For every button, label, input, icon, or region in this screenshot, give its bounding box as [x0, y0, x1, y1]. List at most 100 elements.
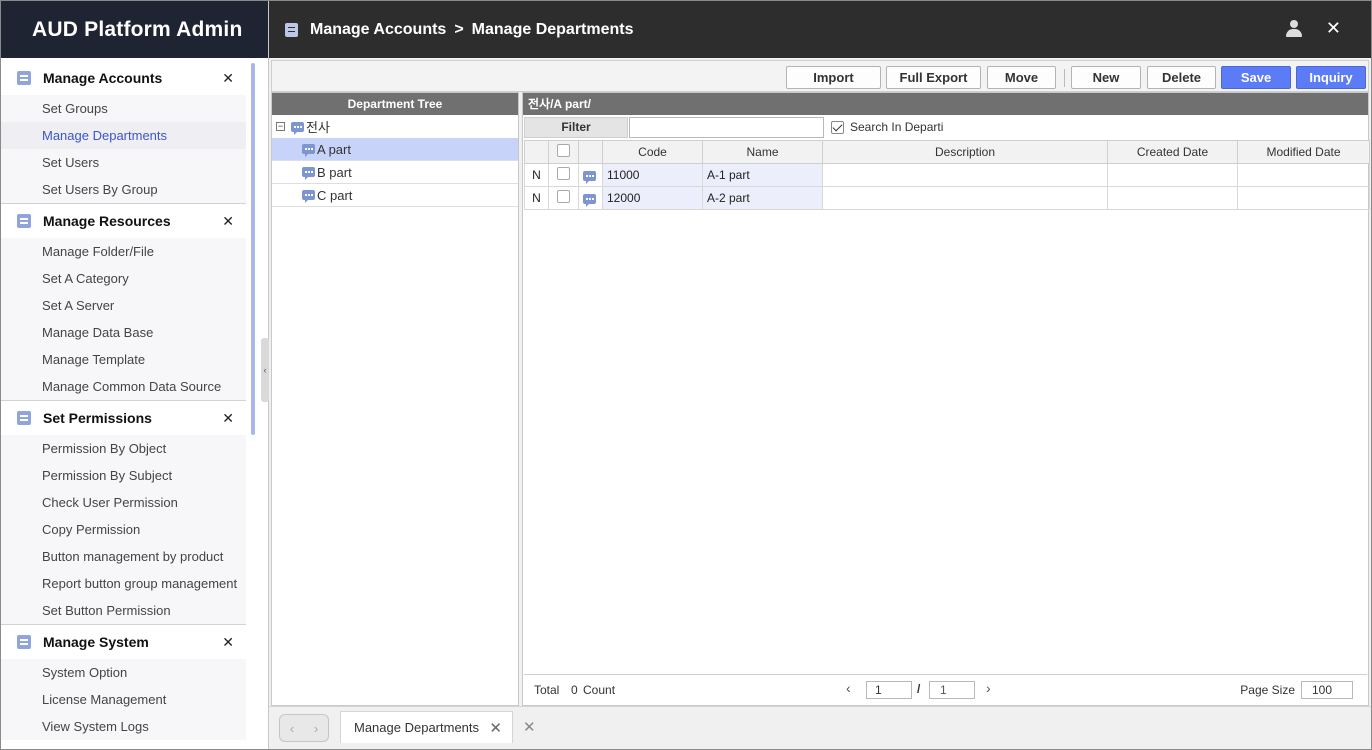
sidebar-item-set-button-permission[interactable]: Set Button Permission	[1, 597, 246, 624]
sidebar-scrollbar[interactable]	[251, 63, 255, 435]
tree-header: Department Tree	[272, 93, 518, 115]
sidebar-item-set-groups[interactable]: Set Groups	[1, 95, 246, 122]
user-icon[interactable]	[1285, 20, 1303, 38]
sidebar-collapse-handle[interactable]: ‹	[261, 338, 269, 402]
sidebar-item-manage-folder-file[interactable]: Manage Folder/File	[1, 238, 246, 265]
sidebar: AUD Platform Admin Manage Accounts ✕ Set…	[1, 1, 269, 749]
select-all-column-header	[548, 140, 579, 164]
collapse-section-icon[interactable]: ✕	[222, 213, 234, 230]
current-page-input[interactable]: 1	[866, 681, 912, 699]
search-in-department-option[interactable]: Search In Departi	[831, 120, 943, 134]
column-header-modified-date[interactable]: Modified Date	[1237, 140, 1370, 164]
page-size-input[interactable]: 100	[1301, 681, 1353, 699]
cell-code[interactable]: 11000	[602, 163, 703, 187]
cell-description[interactable]	[822, 186, 1108, 210]
sidebar-item-manage-departments[interactable]: Manage Departments	[1, 122, 246, 149]
sidebar-item-manage-data-base[interactable]: Manage Data Base	[1, 319, 246, 346]
tab-manage-departments[interactable]: Manage Departments ✕	[340, 711, 513, 743]
table-row[interactable]: N 11000 A-1 part	[524, 163, 1370, 187]
sidebar-item-manage-common-data-source[interactable]: Manage Common Data Source	[1, 373, 246, 400]
sidebar-item-copy-permission[interactable]: Copy Permission	[1, 516, 246, 543]
chevron-left-icon[interactable]: ‹	[846, 680, 851, 696]
row-icon-cell	[578, 163, 603, 187]
document-icon	[17, 214, 31, 228]
sidebar-item-set-users-by-group[interactable]: Set Users By Group	[1, 176, 246, 203]
filter-input[interactable]	[629, 117, 824, 138]
sidebar-item-check-user-permission[interactable]: Check User Permission	[1, 489, 246, 516]
section-header[interactable]: Manage Accounts ✕	[1, 61, 246, 95]
sidebar-item-manage-template[interactable]: Manage Template	[1, 346, 246, 373]
breadcrumb-parent: Manage Accounts	[310, 20, 447, 38]
collapse-section-icon[interactable]: ✕	[222, 70, 234, 87]
section-title: Manage Accounts	[43, 70, 163, 86]
section-header[interactable]: Manage System ✕	[1, 625, 246, 659]
tree-node-b-part[interactable]: B part	[272, 161, 518, 184]
tree-node-c-part[interactable]: C part	[272, 184, 518, 207]
chevron-right-icon[interactable]: ›	[986, 680, 991, 696]
sidebar-item-permission-by-object[interactable]: Permission By Object	[1, 435, 246, 462]
sidebar-item-set-a-category[interactable]: Set A Category	[1, 265, 246, 292]
sidebar-item-set-a-server[interactable]: Set A Server	[1, 292, 246, 319]
select-all-checkbox[interactable]	[557, 144, 570, 157]
move-button[interactable]: Move	[987, 66, 1056, 89]
document-icon	[17, 411, 31, 425]
close-all-tabs-icon[interactable]: ✕	[523, 718, 536, 736]
row-checkbox[interactable]	[557, 190, 570, 203]
column-header-description[interactable]: Description	[822, 140, 1108, 164]
row-select-cell	[548, 163, 579, 187]
search-in-department-label: Search In Departi	[850, 120, 944, 134]
import-button[interactable]: Import	[786, 66, 881, 89]
total-label: Total	[534, 683, 560, 697]
app-window: AUD Platform Admin Manage Accounts ✕ Set…	[0, 0, 1372, 750]
table-row[interactable]: N 12000 A-2 part	[524, 186, 1370, 210]
sidebar-section-set-permissions: Set Permissions ✕ Permission By Object P…	[1, 400, 246, 624]
save-button[interactable]: Save	[1221, 66, 1291, 89]
tree-node-label: A part	[317, 141, 351, 157]
tree-node-label: B part	[317, 164, 352, 180]
collapse-section-icon[interactable]: ✕	[222, 410, 234, 427]
column-header-name[interactable]: Name	[702, 140, 823, 164]
chevron-right-icon[interactable]: ›	[314, 721, 318, 736]
full-export-button[interactable]: Full Export	[886, 66, 981, 89]
sidebar-item-set-users[interactable]: Set Users	[1, 149, 246, 176]
sidebar-item-view-system-logs[interactable]: View System Logs	[1, 713, 246, 740]
sidebar-section-manage-resources: Manage Resources ✕ Manage Folder/File Se…	[1, 203, 246, 400]
tab-navigation: ‹ ›	[279, 714, 329, 742]
new-button[interactable]: New	[1071, 66, 1141, 89]
search-in-department-checkbox[interactable]	[831, 120, 844, 134]
section-header[interactable]: Manage Resources ✕	[1, 204, 246, 238]
column-header-code[interactable]: Code	[602, 140, 703, 164]
sidebar-item-button-management-by-product[interactable]: Button management by product	[1, 543, 246, 570]
sidebar-item-permission-by-subject[interactable]: Permission By Subject	[1, 462, 246, 489]
grid-footer: Total 0 Count ‹ 1 / 1 › Page Size 100	[524, 674, 1367, 704]
tree-node-label: 전사	[306, 120, 330, 135]
sidebar-item-license-management[interactable]: License Management	[1, 686, 246, 713]
section-title: Manage Resources	[43, 213, 171, 229]
section-items: System Option License Management View Sy…	[1, 659, 246, 740]
filter-row: Filter Search In Departi	[523, 115, 1368, 139]
cell-name[interactable]: A-2 part	[702, 186, 823, 210]
close-icon[interactable]: ✕	[1326, 18, 1341, 39]
tree-node-root[interactable]: − 전사	[272, 115, 518, 138]
chevron-left-icon[interactable]: ‹	[290, 721, 294, 736]
inquiry-button[interactable]: Inquiry	[1296, 66, 1366, 89]
delete-button[interactable]: Delete	[1147, 66, 1216, 89]
tree-node-a-part[interactable]: A part	[272, 138, 518, 161]
brand-title: AUD Platform Admin	[1, 1, 268, 58]
department-icon	[291, 121, 304, 135]
close-tab-icon[interactable]: ✕	[489, 719, 502, 737]
collapse-section-icon[interactable]: ✕	[222, 634, 234, 651]
page-size-label: Page Size	[1240, 683, 1295, 697]
section-header[interactable]: Set Permissions ✕	[1, 401, 246, 435]
cell-modified-date	[1237, 186, 1370, 210]
table-header-row: Code Name Description Created Date Modif…	[524, 140, 1370, 164]
column-header-created-date[interactable]: Created Date	[1107, 140, 1238, 164]
sidebar-item-report-button-group-management[interactable]: Report button group management	[1, 570, 246, 597]
collapse-toggle-icon[interactable]: −	[276, 122, 285, 131]
row-checkbox[interactable]	[557, 167, 570, 180]
cell-description[interactable]	[822, 163, 1108, 187]
sidebar-item-system-option[interactable]: System Option	[1, 659, 246, 686]
department-tree-panel: Department Tree − 전사 A part B part C par…	[271, 92, 519, 706]
cell-name[interactable]: A-1 part	[702, 163, 823, 187]
cell-code[interactable]: 12000	[602, 186, 703, 210]
